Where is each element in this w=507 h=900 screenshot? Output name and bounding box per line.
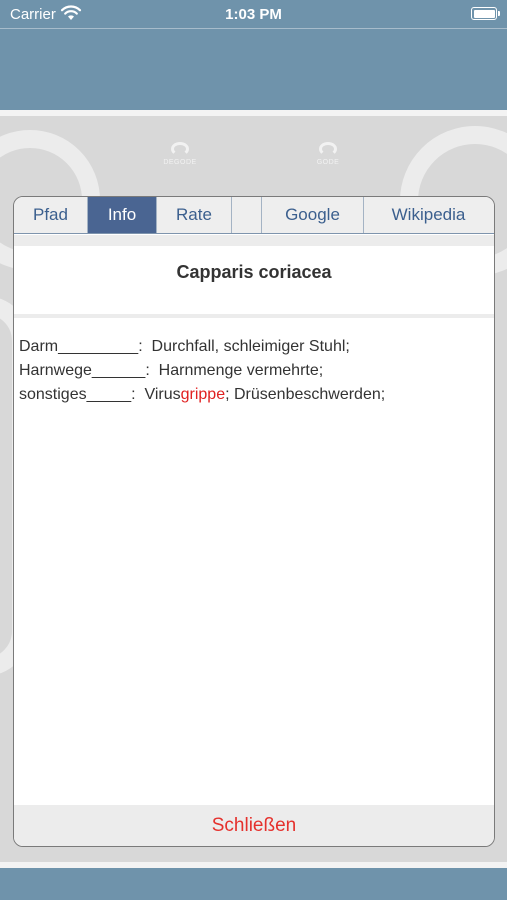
close-button[interactable]: Schließen [14, 805, 494, 846]
symptom-row: Harnwege______: Harnmenge vermehrte; [19, 362, 324, 379]
title-section: Capparis coriacea [14, 246, 494, 318]
row-highlight: grippe [180, 386, 226, 403]
tab-bar: Pfad Info Rate Google Wikipedia [14, 197, 494, 234]
background-logo: GODE [303, 142, 353, 166]
header-band [0, 28, 507, 110]
tab-empty[interactable] [232, 197, 262, 233]
tab-spacer [14, 235, 494, 246]
symptom-row: Darm_________: Durchfall, schleimiger St… [19, 338, 350, 355]
row-label: sonstiges_____ [19, 386, 132, 403]
remedy-title: Capparis coriacea [176, 262, 332, 282]
row-label: Darm_________ [19, 338, 139, 355]
row-text: Durchfall, schleimiger Stuhl; [151, 338, 350, 355]
tab-rate[interactable]: Rate [157, 197, 232, 233]
tab-google[interactable]: Google [262, 197, 364, 233]
tab-info[interactable]: Info [88, 197, 157, 233]
row-text-after: ; Drüsenbeschwerden; [225, 386, 386, 403]
footer-band [0, 868, 507, 900]
row-label: Harnwege______ [19, 362, 146, 379]
status-bar: Carrier 1:03 PM [0, 0, 507, 28]
tab-wikipedia[interactable]: Wikipedia [364, 197, 493, 233]
logo-icon [171, 142, 189, 156]
logo-icon [319, 142, 337, 156]
tab-pfad[interactable]: Pfad [14, 197, 88, 233]
row-text: Virus [144, 386, 181, 403]
info-dialog: Pfad Info Rate Google Wikipedia Capparis… [13, 196, 495, 847]
status-time: 1:03 PM [225, 6, 282, 23]
battery-icon [471, 7, 500, 20]
row-text: Harnmenge vermehrte; [158, 362, 324, 379]
symptom-row: sonstiges_____: Virusgrippe; Drüsenbesch… [19, 386, 386, 403]
symptom-list: Darm_________: Durchfall, schleimiger St… [19, 335, 489, 407]
background-logo: DEGODE [155, 142, 205, 166]
